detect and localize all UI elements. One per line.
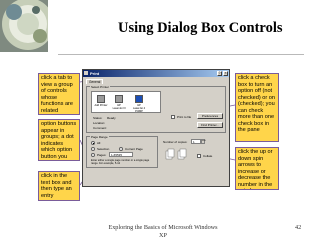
selection-radio[interactable] [91,147,95,151]
status-value: Ready [107,116,116,120]
dialog-title-bar: Print ? × [83,70,229,77]
close-button[interactable]: × [223,71,228,76]
collate-label: Collate [203,154,213,158]
dialog-title: Print [90,71,100,76]
collate-illustration [165,148,195,162]
printer-icon [115,95,123,103]
preferences-button[interactable]: Preferences [197,113,223,119]
status-label: Status: [93,116,103,120]
pages-hint: Enter either a single page number or a s… [91,159,150,165]
comment-label: Comment: [93,126,107,130]
location-label: Location: [93,121,106,125]
all-label: All [97,141,101,145]
printer-item-selected[interactable]: HP LaserJet 4 P/4MP [132,95,146,113]
pages-input[interactable]: 1-65535 [109,152,133,157]
copies-spin-input[interactable]: 1 [191,139,201,144]
current-page-label: Current Page [125,147,143,151]
help-button[interactable]: ? [217,71,222,76]
current-page-radio[interactable] [119,147,123,151]
select-printer-label: Select Printer [90,85,111,89]
tab-general[interactable]: General [86,79,104,84]
printer-label: HP LaserJet III [112,104,126,110]
footer-line-1: Exploring the Basics of Microsoft Window… [108,224,218,231]
print-dialog: Print ? × General Select Printer Add Pri… [82,69,230,187]
pages-radio[interactable] [91,153,95,157]
slide-footer: Exploring the Basics of Microsoft Window… [88,224,238,240]
print-to-file-label: Print to file [177,115,192,119]
add-printer-icon [97,95,105,103]
printer-label: HP LaserJet 4 P/4MP [132,104,146,113]
select-printer-group: Select Printer Add Printer HP LaserJet I… [86,85,226,133]
printer-icon [135,95,143,103]
page-range-group: Page Range All Selection Current Page Pa… [86,135,158,168]
selection-label: Selection [97,147,110,151]
printer-item[interactable]: HP LaserJet III [112,95,126,110]
pages-label: Pages: [97,153,107,157]
all-radio[interactable] [91,141,95,145]
copies-spin-arrows[interactable]: ▲▼ [201,139,206,144]
collate-checkbox[interactable] [197,154,201,158]
printer-icon [84,71,88,75]
print-to-file-checkbox[interactable] [171,115,175,119]
printer-item[interactable]: Add Printer [94,95,108,110]
page-number: 42 [295,224,302,231]
page-range-label: Page Range [90,135,109,139]
footer-line-2: XP [159,232,167,239]
printer-list[interactable]: Add Printer HP LaserJet III HP LaserJet … [91,91,161,113]
printer-label: Add Printer [94,104,108,107]
find-printer-button[interactable]: Find Printer... [197,122,223,128]
copies-label: Number of copies: [163,140,188,144]
